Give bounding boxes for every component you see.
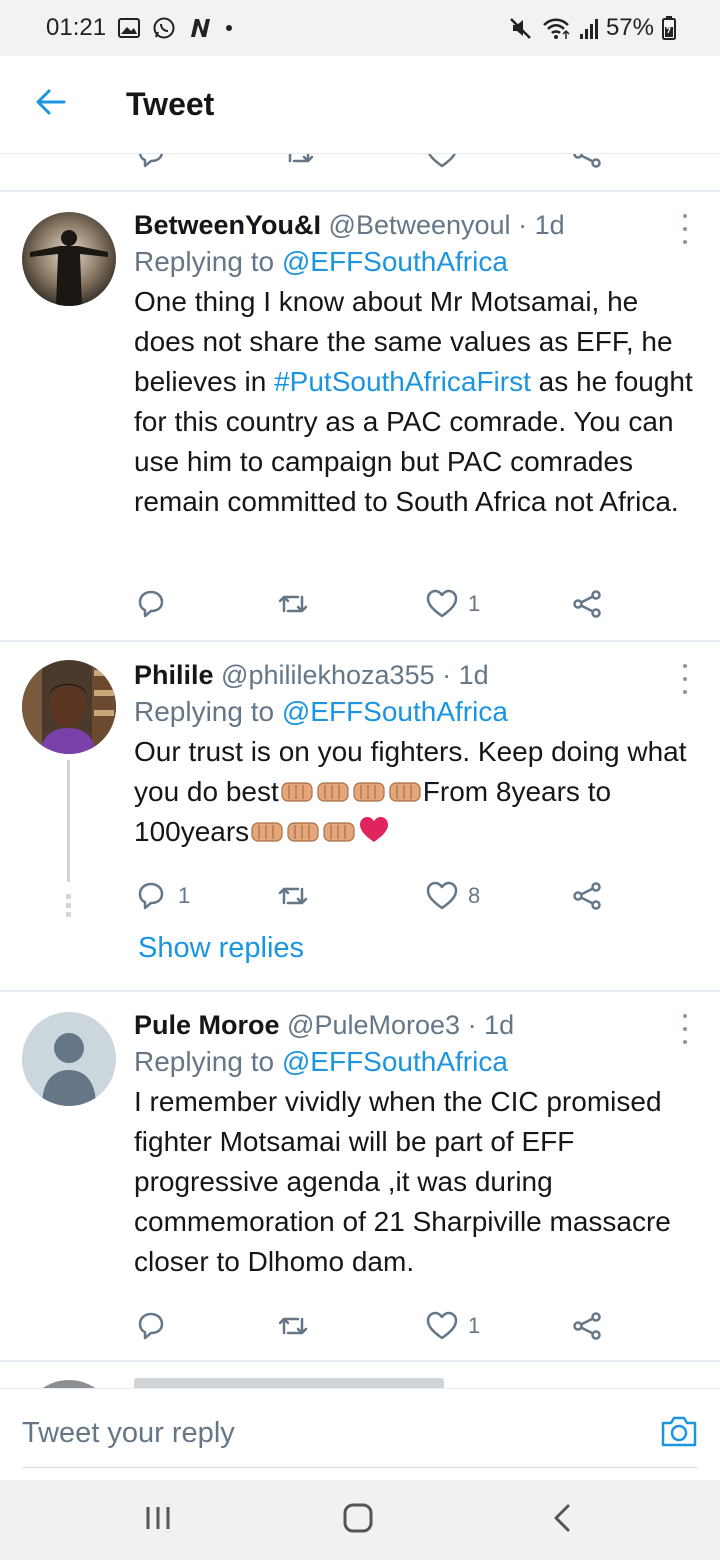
mention-link[interactable]: @EFFSouthAfrica [282, 1046, 508, 1077]
camera-icon [660, 1416, 698, 1453]
user-handle[interactable]: @Betweenyoul [329, 210, 511, 240]
like-icon[interactable] [426, 154, 458, 174]
tweet-meta: Philile @phililekhoza355 · 1d [134, 658, 700, 692]
reply-tweet[interactable]: Pule Moroe @PuleMoroe3 · 1d Replying to … [0, 992, 720, 1358]
reply-input[interactable]: Tweet your reply [22, 1417, 235, 1450]
user-handle[interactable]: @phililekhoza355 [221, 660, 435, 690]
reply-input-underline [22, 1467, 698, 1468]
retweet-button[interactable] [276, 584, 310, 624]
share-icon[interactable] [570, 154, 604, 174]
separator: · [467, 1010, 477, 1040]
replying-to: Replying to @EFFSouthAfrica [134, 696, 508, 727]
n-app-icon [188, 17, 212, 39]
home-icon [343, 1503, 373, 1538]
reply-composer: Tweet your reply [0, 1388, 720, 1480]
home-button[interactable] [338, 1500, 378, 1540]
oncoming-fist-icon [250, 815, 284, 842]
thread-dots [66, 894, 71, 917]
oncoming-fist-icon [286, 815, 320, 842]
like-count: 1 [468, 591, 481, 616]
share-button[interactable] [570, 1306, 604, 1346]
battery-icon [662, 16, 676, 40]
recent-apps-button[interactable] [138, 1500, 178, 1540]
mute-icon [508, 16, 534, 40]
reply-button[interactable]: 1 [134, 876, 190, 916]
thread-line [67, 760, 70, 882]
mention-link[interactable]: @EFFSouthAfrica [282, 246, 508, 277]
status-bar: 01:21 57% [0, 0, 720, 56]
hashtag-link[interactable]: #PutSouthAfricaFirst [274, 366, 531, 397]
display-name[interactable]: Pule Moroe [134, 1010, 280, 1040]
tweet-text: I remember vividly when the CIC promised… [134, 1086, 671, 1277]
separator: · [442, 660, 452, 690]
reply-tweet[interactable]: BetweenYou&I @Betweenyoul · 1d Replying … [0, 192, 720, 642]
gallery-icon [118, 18, 141, 38]
avatar[interactable] [22, 1380, 116, 1388]
oncoming-fist-icon [322, 815, 356, 842]
tweet-text: One thing I know about Mr Motsamai, he d… [134, 286, 693, 517]
reply-feed: BetweenYou&I @Betweenyoul · 1d Replying … [0, 154, 720, 1388]
show-replies-link[interactable]: Show replies [138, 932, 304, 965]
status-time: 01:21 [46, 14, 107, 41]
replying-to: Replying to @EFFSouthAfrica [134, 246, 508, 277]
avatar[interactable] [22, 660, 116, 754]
timestamp: 1d [534, 210, 565, 240]
retweet-button[interactable] [276, 1306, 310, 1346]
like-count: 8 [468, 883, 481, 908]
dot-icon [224, 23, 234, 33]
previous-tweet-actions [0, 154, 720, 190]
reply-tweet[interactable]: Philile @phililekhoza355 · 1d Replying t… [0, 642, 720, 990]
avatar[interactable] [22, 212, 116, 306]
wifi-icon [542, 16, 572, 40]
default-avatar[interactable] [22, 1012, 116, 1106]
share-button[interactable] [570, 584, 604, 624]
tweet-text: Our trust is on you fighters. Keep doing… [134, 736, 687, 847]
next-tweet-meta-fragment [134, 1378, 444, 1388]
display-name[interactable]: BetweenYou&I [134, 210, 321, 240]
recent-apps-icon [144, 1505, 172, 1536]
divider [0, 1360, 720, 1362]
back-icon [552, 1503, 572, 1538]
like-button[interactable]: 1 [426, 584, 480, 624]
like-button[interactable]: 8 [426, 876, 480, 916]
mention-link[interactable]: @EFFSouthAfrica [282, 696, 508, 727]
reply-button[interactable] [134, 584, 178, 624]
tweet-meta: Pule Moroe @PuleMoroe3 · 1d [134, 1008, 700, 1042]
signal-icon [579, 17, 598, 39]
tweet-actions: 1 8 [134, 876, 604, 916]
tweet-actions: 1 [134, 1306, 604, 1346]
tweet-meta: BetweenYou&I @Betweenyoul · 1d [134, 208, 700, 242]
app-header: Tweet [0, 56, 720, 154]
retweet-icon[interactable] [282, 154, 316, 174]
timestamp: 1d [458, 660, 489, 690]
oncoming-fist-icon [280, 775, 314, 802]
battery-percent: 57% [605, 14, 654, 41]
user-handle[interactable]: @PuleMoroe3 [287, 1010, 460, 1040]
like-count: 1 [468, 1313, 481, 1338]
back-button[interactable] [0, 56, 100, 154]
retweet-button[interactable] [276, 876, 310, 916]
whatsapp-icon [152, 16, 176, 40]
separator: · [518, 210, 528, 240]
oncoming-fist-icon [352, 775, 386, 802]
reply-icon[interactable] [134, 154, 168, 174]
red-heart-icon [358, 815, 390, 842]
reply-count: 1 [178, 883, 191, 908]
arrow-left-icon [34, 88, 66, 121]
share-button[interactable] [570, 876, 604, 916]
oncoming-fist-icon [388, 775, 422, 802]
oncoming-fist-icon [316, 775, 350, 802]
reply-button[interactable] [134, 1306, 178, 1346]
timestamp: 1d [484, 1010, 515, 1040]
replying-to: Replying to @EFFSouthAfrica [134, 1046, 508, 1077]
camera-button[interactable] [660, 1413, 698, 1451]
system-back-button[interactable] [542, 1500, 582, 1540]
system-nav-bar [0, 1480, 720, 1560]
display-name[interactable]: Philile [134, 660, 214, 690]
like-button[interactable]: 1 [426, 1306, 480, 1346]
tweet-actions: 1 [134, 584, 604, 624]
page-title: Tweet [126, 86, 215, 122]
